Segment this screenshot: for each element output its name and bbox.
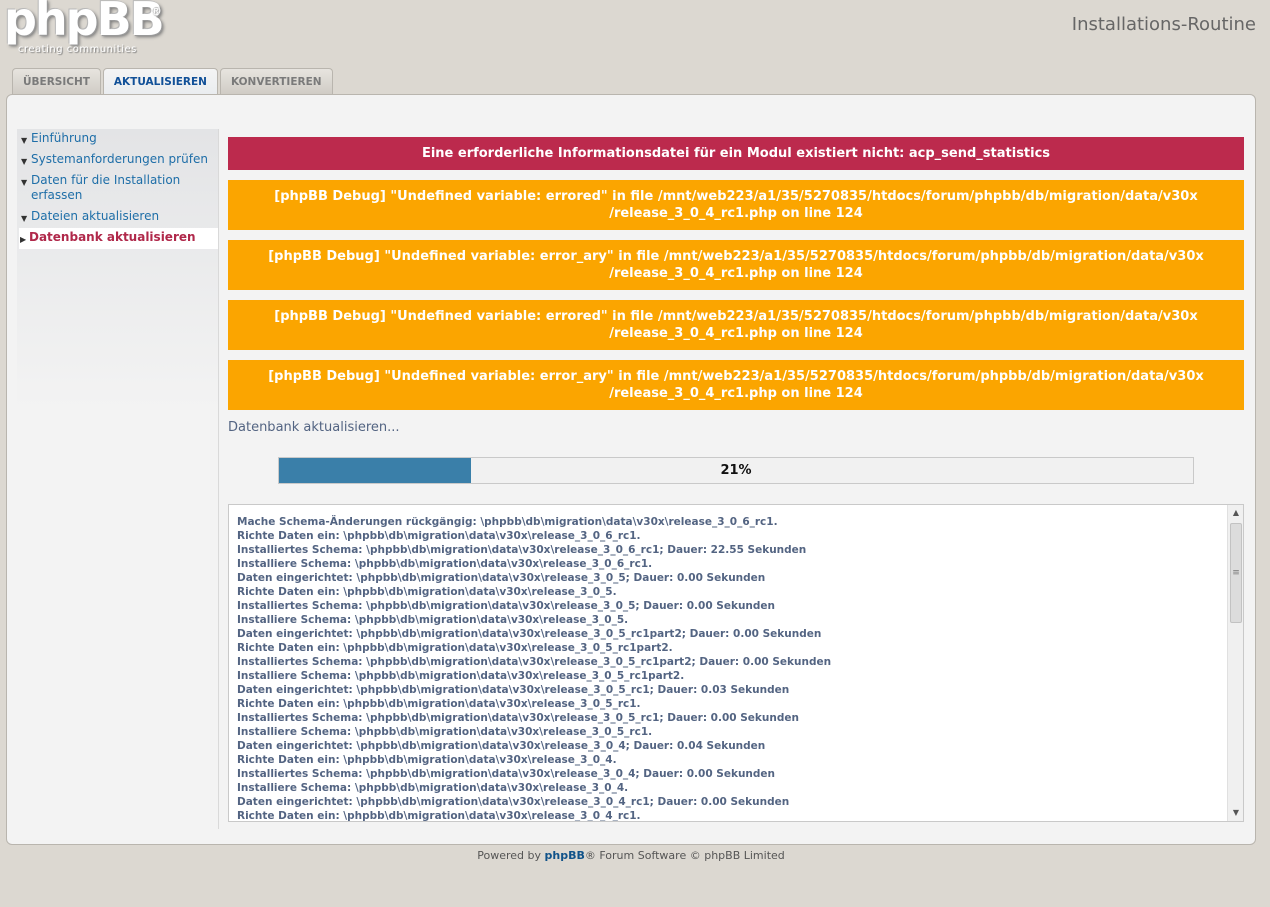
sidebar-item-label: Daten für die Installation erfassen — [31, 173, 181, 202]
sidebar-item-systemanforderungen[interactable]: ▼ Systemanforderungen prüfen — [17, 150, 218, 171]
sidebar-item-dateien-aktualisieren[interactable]: ▼ Dateien aktualisieren — [17, 207, 218, 228]
progress-label: 21% — [720, 463, 752, 478]
debug-message-line: [phpBB Debug] "Undefined variable: error… — [274, 309, 1198, 324]
scroll-down-icon[interactable]: ▼ — [1228, 805, 1243, 821]
log-line: Installiertes Schema: \phpbb\db\migratio… — [237, 768, 776, 780]
tab-bar: ÜBERSICHT AKTUALISIEREN KONVERTIEREN — [12, 68, 333, 96]
log-line: Richte Daten ein: \phpbb\db\migration\da… — [237, 754, 617, 766]
log-line: Daten eingerichtet: \phpbb\db\migration\… — [237, 572, 766, 584]
sidebar-item-label: Systemanforderungen prüfen — [31, 152, 208, 166]
error-message: Eine erforderliche Informationsdatei für… — [228, 137, 1244, 170]
log-line: Daten eingerichtet: \phpbb\db\migration\… — [237, 628, 822, 640]
sidebar-item-label: Datenbank aktualisieren — [29, 230, 196, 244]
log-scrollbar[interactable]: ▲ ≡ ▼ — [1227, 505, 1243, 821]
content-area: Eine erforderliche Informationsdatei für… — [228, 137, 1244, 822]
main-panel: ▼ Einführung ▼ Systemanforderungen prüfe… — [6, 94, 1256, 845]
debug-message-line: /release_3_0_4_rc1.php on line 124 — [609, 326, 863, 341]
log-line: Richte Daten ein: \phpbb\db\migration\da… — [237, 810, 641, 822]
log-line: Richte Daten ein: \phpbb\db\migration\da… — [237, 642, 673, 654]
page-title: Installations-Routine — [1071, 14, 1256, 35]
sidebar-menu: ▼ Einführung ▼ Systemanforderungen prüfe… — [17, 129, 219, 829]
footer: Powered by phpBB® Forum Software © phpBB… — [0, 849, 1262, 862]
chevron-down-icon: ▼ — [21, 157, 28, 166]
sidebar-item-datenbank-aktualisieren[interactable]: ▶ Datenbank aktualisieren — [19, 228, 218, 249]
tab-konvertieren[interactable]: KONVERTIEREN — [219, 68, 333, 95]
log-line: Daten eingerichtet: \phpbb\db\migration\… — [237, 796, 790, 808]
tab-aktualisieren[interactable]: AKTUALISIEREN — [102, 68, 218, 96]
sidebar-item-label: Einführung — [31, 131, 97, 145]
chevron-down-icon: ▼ — [21, 214, 28, 223]
logo-registered-mark: ® — [150, 4, 162, 18]
footer-phpbb-link[interactable]: phpBB — [545, 849, 585, 862]
log-line: Installiere Schema: \phpbb\db\migration\… — [237, 726, 653, 738]
log-line: Richte Daten ein: \phpbb\db\migration\da… — [237, 530, 641, 542]
footer-suffix: ® Forum Software © phpBB Limited — [584, 849, 785, 862]
debug-message-line: /release_3_0_4_rc1.php on line 124 — [609, 266, 863, 281]
log-line: Installiere Schema: \phpbb\db\migration\… — [237, 558, 653, 570]
logo-text: phpBB — [4, 0, 165, 46]
log-lines: Mache Schema-Änderungen rückgängig: \php… — [229, 505, 1243, 822]
chevron-down-icon: ▼ — [21, 136, 28, 145]
sidebar-item-daten-erfassen[interactable]: ▼ Daten für die Installation erfassen — [17, 171, 218, 207]
tab-uebersicht[interactable]: ÜBERSICHT — [12, 68, 101, 95]
chevron-right-icon: ▶ — [20, 235, 27, 244]
log-line: Richte Daten ein: \phpbb\db\migration\da… — [237, 698, 641, 710]
footer-prefix: Powered by — [477, 849, 545, 862]
log-line: Mache Schema-Änderungen rückgängig: \php… — [237, 516, 778, 528]
scroll-thumb[interactable]: ≡ — [1230, 523, 1242, 623]
status-text: Datenbank aktualisieren... — [228, 420, 400, 435]
debug-message-line: [phpBB Debug] "Undefined variable: error… — [274, 189, 1198, 204]
debug-message-line: [phpBB Debug] "Undefined variable: error… — [268, 369, 1204, 384]
logo-tagline: creating communities — [18, 44, 137, 55]
debug-message: [phpBB Debug] "Undefined variable: error… — [228, 300, 1244, 350]
progress-bar: 21% — [278, 457, 1194, 484]
scroll-up-icon[interactable]: ▲ — [1228, 505, 1243, 521]
chevron-down-icon: ▼ — [21, 178, 28, 187]
log-line: Installiertes Schema: \phpbb\db\migratio… — [237, 656, 832, 668]
log-line: Installiertes Schema: \phpbb\db\migratio… — [237, 600, 776, 612]
debug-message-line: [phpBB Debug] "Undefined variable: error… — [268, 249, 1204, 264]
log-line: Installiere Schema: \phpbb\db\migration\… — [237, 670, 685, 682]
log-line: Richte Daten ein: \phpbb\db\migration\da… — [237, 586, 617, 598]
log-line: Installiere Schema: \phpbb\db\migration\… — [237, 614, 629, 626]
migration-log[interactable]: Mache Schema-Änderungen rückgängig: \php… — [228, 504, 1244, 822]
log-line: Daten eingerichtet: \phpbb\db\migration\… — [237, 740, 766, 752]
phpbb-logo: phpBB ® creating communities — [4, 0, 165, 60]
debug-message: [phpBB Debug] "Undefined variable: error… — [228, 360, 1244, 410]
sidebar-item-label: Dateien aktualisieren — [31, 209, 160, 223]
log-line: Installiertes Schema: \phpbb\db\migratio… — [237, 712, 799, 724]
debug-message-line: /release_3_0_4_rc1.php on line 124 — [609, 386, 863, 401]
log-line: Daten eingerichtet: \phpbb\db\migration\… — [237, 684, 790, 696]
sidebar-item-einfuehrung[interactable]: ▼ Einführung — [17, 129, 218, 150]
debug-message: [phpBB Debug] "Undefined variable: error… — [228, 180, 1244, 230]
log-line: Installiere Schema: \phpbb\db\migration\… — [237, 782, 629, 794]
debug-message: [phpBB Debug] "Undefined variable: error… — [228, 240, 1244, 290]
debug-message-line: /release_3_0_4_rc1.php on line 124 — [609, 206, 863, 221]
log-line: Installiertes Schema: \phpbb\db\migratio… — [237, 544, 807, 556]
